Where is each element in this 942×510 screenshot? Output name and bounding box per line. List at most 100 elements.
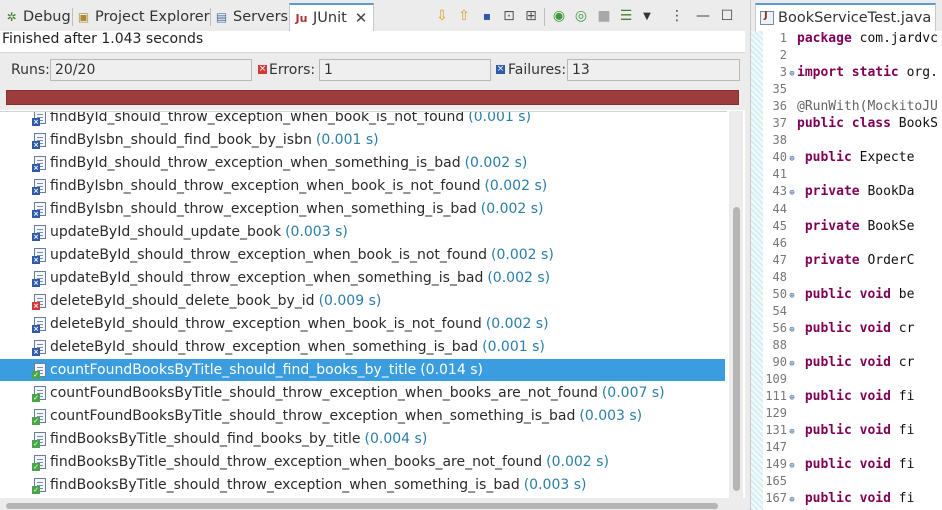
test-row[interactable]: × deleteById_should_delete_book_by_id (0.0… [0,290,725,312]
test-row[interactable]: ✓ findBooksByTitle_should_find_books_by_t… [0,428,725,450]
code-line[interactable]: 111 ⊕ public void fi [763,389,942,406]
fold-expand-icon[interactable]: ⊕ [787,461,797,471]
code-line[interactable]: 167 ⊕ public void fi [763,491,942,508]
code-line[interactable]: 149 ⊕ public void fi [763,457,942,474]
test-ok-icon: ✓ [32,408,47,425]
code-line[interactable]: 50 ⊕ public void be [763,287,942,304]
code-line[interactable]: 46 [763,236,942,253]
test-row[interactable]: ✓ findBooksByTitle_should_throw_exception… [0,474,725,496]
code-line[interactable]: 45 private BookSe [763,219,942,236]
test-row[interactable]: × findByIsbn_should_throw_exception_when_… [0,198,725,220]
code-line[interactable]: 44 [763,202,942,219]
code-line[interactable]: 129 [763,406,942,423]
next-failure-icon[interactable]: ⇩ [433,7,451,25]
chevron-down-icon[interactable]: ▼ [638,7,656,25]
tab-bookservicetest[interactable]: BookServiceTest.java [755,3,937,31]
test-row[interactable]: ✓ countFoundBooksByTitle_should_throw_exc… [0,382,725,404]
code-line[interactable]: 3 ⊕ import static org. [763,65,942,82]
view-menu-icon[interactable]: ⋮ [668,7,686,25]
test-name: updateById_should_throw_exception_when_s… [50,270,484,286]
test-failure-icon: × [32,247,47,264]
maximize-icon[interactable]: ☐ [718,7,736,25]
code-line[interactable]: 56 ⊕ public void cr [763,321,942,338]
test-row[interactable]: × deleteById_should_throw_exception_when_… [0,313,725,335]
code-line[interactable]: 88 [763,338,942,355]
test-run-history-icon[interactable]: ☰ [617,7,635,25]
code-line[interactable]: 48 [763,270,942,287]
fold-expand-icon[interactable]: ⊕ [787,495,797,505]
show-failures-only-icon[interactable]: ▪ [478,7,496,25]
test-row[interactable]: ✓ countFoundBooksByTitle_should_throw_exc… [0,405,725,427]
test-row[interactable]: ✓ findBooksByTitle_should_throw_exception… [0,451,725,473]
test-name: findBooksByTitle_should_find_books_by_ti… [50,431,361,447]
test-row[interactable]: × findById_should_throw_exception_when_bo… [0,112,725,128]
vertical-scrollbar[interactable] [729,111,743,498]
test-failure-icon: × [32,178,47,195]
horizontal-scrollbar[interactable] [0,498,745,510]
test-time: (0.003 s) [285,224,348,240]
fold-expand-icon[interactable]: ⊕ [787,393,797,403]
code-line[interactable]: 131 ⊕ public void fi [763,423,942,440]
test-failure-icon: × [32,316,47,333]
test-tree[interactable]: × findById_should_throw_exception_when_bo… [0,111,727,498]
rerun-failures-first-icon[interactable]: ◎ [572,7,590,25]
tab-project-explorer[interactable]: ▣ Project Explorer [76,4,210,30]
code-line[interactable]: 38 [763,133,942,150]
code-line[interactable]: 36 @RunWith(MockitoJU [763,99,942,116]
code-line[interactable]: 147 [763,440,942,457]
code-line[interactable]: 1 package com.jardvc [763,31,942,48]
test-row[interactable]: × findByIsbn_should_find_book_by_isbn (0.0… [0,129,725,151]
code-line[interactable]: 47 private OrderC [763,253,942,270]
test-time: (0.002 s) [487,270,551,286]
fold-expand-icon[interactable]: ⊕ [787,188,797,198]
code-line[interactable]: 165 [763,474,942,491]
line-number: 109 [765,372,787,386]
code-line[interactable]: 35 [763,82,942,99]
tab-debug[interactable]: ✲ Debug [4,4,70,30]
editor-tab-bar: BookServiceTest.java [751,0,942,31]
fold-expand-icon[interactable]: ⊕ [787,154,797,164]
fold-expand-icon[interactable]: ⊕ [787,69,797,79]
horizontal-scrollbar-thumb[interactable] [6,503,718,509]
scroll-lock-icon[interactable]: ⊡ [500,7,518,25]
test-row[interactable]: × findByIsbn_should_throw_exception_when_… [0,175,725,197]
minimize-icon[interactable]: — [694,7,712,25]
code-line[interactable]: 43 ⊕ private BookDa [763,184,942,201]
code-line[interactable]: 40 ⊕ public Expecte [763,150,942,167]
code-line[interactable]: 2 [763,48,942,65]
code-line[interactable]: 54 [763,304,942,321]
tab-servers[interactable]: ▤ Servers [214,4,288,30]
fold-expand-icon[interactable]: ⊕ [787,359,797,369]
code-line[interactable]: 37 public class BookS [763,116,942,133]
vertical-scrollbar-thumb[interactable] [733,207,740,491]
test-row[interactable]: × findById_should_throw_exception_when_so… [0,152,725,174]
rerun-test-icon[interactable]: ◉ [550,7,568,25]
code-line[interactable]: 41 [763,167,942,184]
code-text: public void be [804,286,915,302]
close-icon[interactable]: ✕ [355,9,368,27]
test-row[interactable]: × updateById_should_throw_exception_when_… [0,267,725,289]
line-number: 147 [765,440,787,455]
test-row[interactable]: × deleteById_should_throw_exception_when_… [0,336,725,358]
test-name: findByIsbn_should_throw_exception_when_b… [50,178,481,194]
test-row[interactable]: ✓ countFoundBooksByTitle_should_find_book… [0,359,725,381]
tab-junit[interactable]: Ju JUnit ✕ [289,3,375,31]
fold-expand-icon[interactable]: ⊕ [787,325,797,335]
code-line[interactable]: 90 ⊕ public void cr [763,355,942,372]
line-number: 149 [765,457,787,472]
layout-icon[interactable]: ⊞ [522,7,540,25]
stop-icon[interactable]: ■ [595,7,613,25]
fold-expand-icon[interactable]: ⊕ [787,291,797,301]
test-name: countFoundBooksByTitle_should_find_books… [50,362,417,378]
test-time: (0.002 s) [480,201,544,217]
test-row[interactable]: × updateById_should_throw_exception_when_… [0,244,725,266]
code-text: public void cr [804,354,915,370]
test-row[interactable]: × updateById_should_update_book (0.003 s) [0,221,725,243]
test-failure-icon: × [32,224,47,241]
test-error-icon: × [32,293,47,310]
code-line[interactable]: 109 [763,372,942,389]
code-editor[interactable]: 1 package com.jardvc 2 3 ⊕ import static org.… [763,31,942,510]
line-number: 48 [772,269,787,284]
previous-failure-icon[interactable]: ⇧ [455,7,473,25]
fold-expand-icon[interactable]: ⊕ [787,427,797,437]
